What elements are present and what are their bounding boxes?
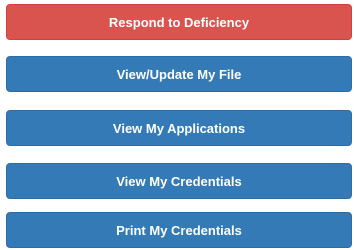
view-credentials-button[interactable]: View My Credentials bbox=[6, 163, 352, 199]
view-update-file-label: View/Update My File bbox=[116, 66, 242, 82]
view-applications-button[interactable]: View My Applications bbox=[6, 110, 352, 146]
print-credentials-label: Print My Credentials bbox=[116, 222, 242, 238]
print-credentials-button[interactable]: Print My Credentials bbox=[6, 212, 352, 248]
view-credentials-label: View My Credentials bbox=[116, 173, 242, 189]
view-update-file-button[interactable]: View/Update My File bbox=[6, 56, 352, 92]
action-panel: Respond to Deficiency View/Update My Fil… bbox=[0, 0, 354, 250]
respond-to-deficiency-label: Respond to Deficiency bbox=[108, 14, 250, 30]
view-applications-label: View My Applications bbox=[112, 120, 246, 136]
respond-to-deficiency-button[interactable]: Respond to Deficiency bbox=[6, 4, 352, 40]
